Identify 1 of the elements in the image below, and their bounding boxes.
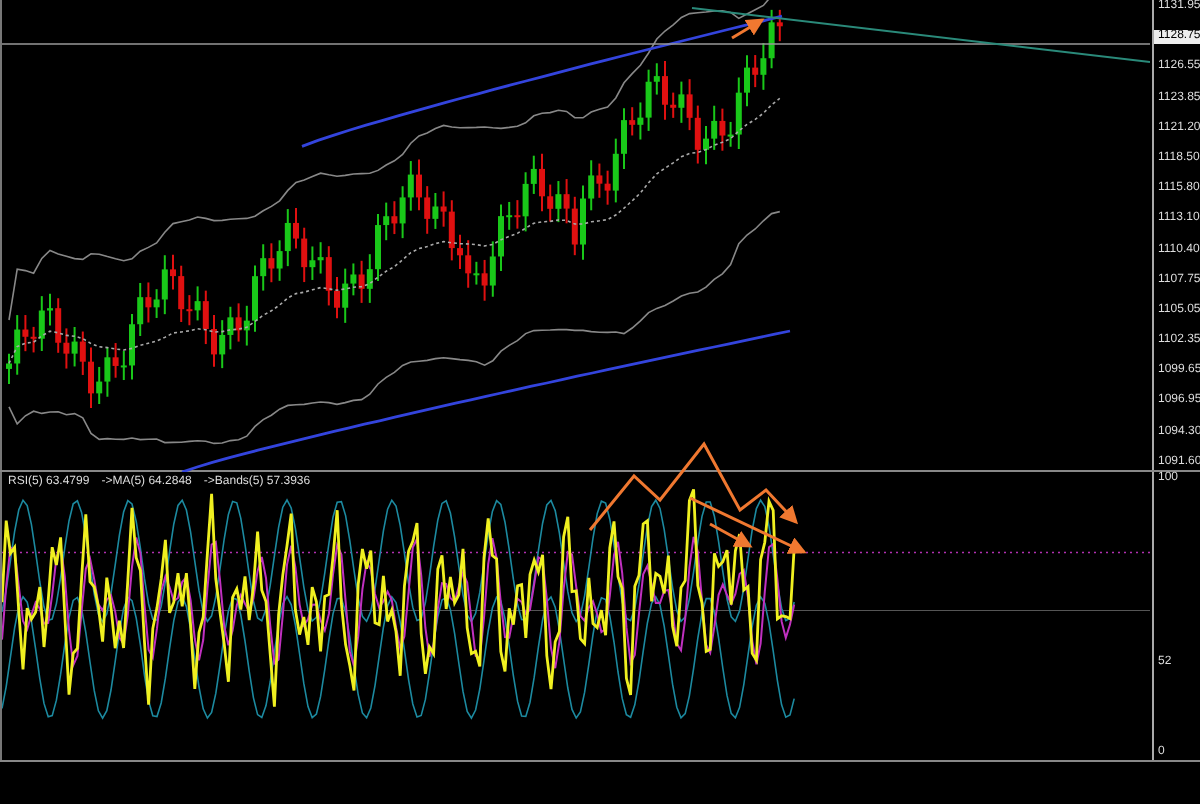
trend-arrow xyxy=(731,18,765,40)
